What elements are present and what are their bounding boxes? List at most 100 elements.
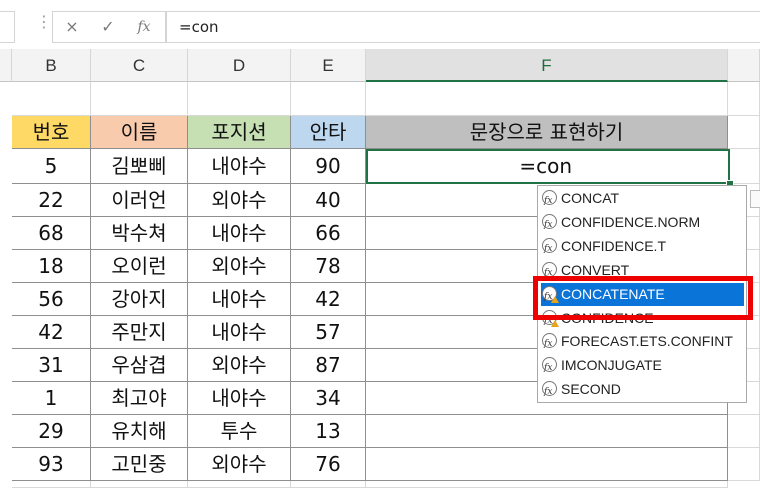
cell[interactable]: [12, 481, 91, 488]
table-cell[interactable]: 유치해: [91, 415, 188, 448]
table-cell[interactable]: 내야수: [188, 149, 291, 184]
autocomplete-item-imconjugate[interactable]: fx IMCONJUGATE: [541, 354, 744, 377]
column-header-D[interactable]: D: [188, 49, 291, 82]
table-cell[interactable]: 66: [291, 217, 366, 250]
cell[interactable]: [91, 481, 188, 488]
table-cell[interactable]: 내야수: [188, 217, 291, 250]
table-cell[interactable]: 외야수: [188, 349, 291, 382]
table-cell[interactable]: 40: [291, 184, 366, 217]
cell[interactable]: [366, 481, 728, 488]
more-options-icon[interactable]: ⋮: [36, 14, 52, 30]
insert-function-icon[interactable]: fx: [127, 12, 161, 42]
autocomplete-item-second[interactable]: fx SECOND: [541, 378, 744, 401]
function-icon: fx: [542, 261, 557, 278]
table-cell[interactable]: 최고야: [91, 382, 188, 415]
table-cell[interactable]: 투수: [188, 415, 291, 448]
row-header-corner[interactable]: [0, 49, 12, 82]
table-cell[interactable]: 고민중: [91, 448, 188, 481]
cell[interactable]: [728, 82, 760, 116]
cell[interactable]: [12, 82, 91, 116]
autocomplete-item-confidence-norm[interactable]: fx CONFIDENCE.NORM: [541, 211, 744, 234]
column-header-E[interactable]: E: [291, 49, 366, 82]
cell[interactable]: [366, 82, 728, 116]
cell[interactable]: [188, 82, 291, 116]
table-cell[interactable]: 22: [12, 184, 91, 217]
cell[interactable]: [188, 481, 291, 488]
highlight-box: [533, 276, 753, 320]
active-cell-text: =con: [519, 154, 572, 178]
table-cell[interactable]: 외야수: [188, 184, 291, 217]
table-cell[interactable]: 42: [291, 283, 366, 316]
table-cell[interactable]: 76: [291, 448, 366, 481]
table-header-2[interactable]: 포지션: [188, 116, 291, 149]
cell[interactable]: [91, 82, 188, 116]
table-cell[interactable]: 내야수: [188, 283, 291, 316]
table-cell[interactable]: 18: [12, 250, 91, 283]
autocomplete-item-concat[interactable]: fx CONCAT: [541, 187, 744, 210]
table-cell[interactable]: 5: [12, 149, 91, 184]
table-cell[interactable]: 우삼겹: [91, 349, 188, 382]
formula-buttons: × ✓ fx: [52, 11, 166, 43]
table-cell-F[interactable]: [366, 415, 728, 448]
table-cell[interactable]: 내야수: [188, 382, 291, 415]
cell[interactable]: [728, 448, 760, 481]
table-cell[interactable]: 56: [12, 283, 91, 316]
column-header-G[interactable]: [728, 49, 760, 82]
table-cell[interactable]: 68: [12, 217, 91, 250]
table-cell[interactable]: 외야수: [188, 448, 291, 481]
autocomplete-item-confidence-t[interactable]: fx CONFIDENCE.T: [541, 235, 744, 258]
cell[interactable]: [728, 149, 760, 184]
cell[interactable]: [728, 116, 760, 149]
cell[interactable]: [728, 415, 760, 448]
function-icon: fx: [542, 237, 557, 254]
table-cell[interactable]: 34: [291, 382, 366, 415]
table-header-1[interactable]: 이름: [91, 116, 188, 149]
cell[interactable]: [291, 82, 366, 116]
autocomplete-item-forecast-ets-confint[interactable]: fx FORECAST.ETS.CONFINT: [541, 330, 744, 353]
table-cell[interactable]: 오이런: [91, 250, 188, 283]
table-cell[interactable]: 13: [291, 415, 366, 448]
column-header-F[interactable]: F: [366, 49, 728, 82]
table-cell[interactable]: 외야수: [188, 250, 291, 283]
table-cell[interactable]: 이러언: [91, 184, 188, 217]
column-header-C[interactable]: C: [91, 49, 188, 82]
table-cell[interactable]: 주만지: [91, 316, 188, 349]
autocomplete-item-label: SECOND: [561, 381, 621, 398]
table-cell[interactable]: 29: [12, 415, 91, 448]
table-cell[interactable]: 78: [291, 250, 366, 283]
function-icon: fx: [542, 213, 557, 230]
table-cell[interactable]: 박수쳐: [91, 217, 188, 250]
autocomplete-item-label: FORECAST.ETS.CONFINT: [561, 333, 733, 350]
column-header-B[interactable]: B: [12, 49, 91, 82]
formula-text: =con: [179, 18, 219, 36]
table-header-3[interactable]: 안타: [291, 116, 366, 149]
table-header-4[interactable]: 문장으로 표현하기: [366, 116, 728, 149]
table-cell-F[interactable]: [366, 448, 728, 481]
autocomplete-item-label: CONFIDENCE.T: [561, 237, 666, 254]
table-cell[interactable]: 93: [12, 448, 91, 481]
enter-icon[interactable]: ✓: [91, 12, 125, 42]
name-box[interactable]: [0, 11, 26, 43]
table-header-0[interactable]: 번호: [12, 116, 91, 149]
table-cell[interactable]: 1: [12, 382, 91, 415]
tooltip-stub: [750, 190, 760, 208]
function-icon: fx: [542, 357, 557, 373]
table-cell[interactable]: 내야수: [188, 316, 291, 349]
autocomplete-item-label: CONCAT: [561, 190, 620, 206]
table-cell[interactable]: 김뽀삐: [91, 149, 188, 184]
function-icon: fx: [542, 333, 557, 349]
table-cell[interactable]: 42: [12, 316, 91, 349]
active-cell-F3[interactable]: =con: [366, 149, 730, 184]
autocomplete-item-label: IMCONJUGATE: [561, 357, 662, 374]
table-cell[interactable]: 31: [12, 349, 91, 382]
cell[interactable]: [291, 481, 366, 488]
table-cell[interactable]: 90: [291, 149, 366, 184]
table-cell[interactable]: 87: [291, 349, 366, 382]
table-cell[interactable]: 57: [291, 316, 366, 349]
formula-bar: ⋮ × ✓ fx =con: [0, 0, 760, 48]
formula-input[interactable]: =con: [166, 11, 760, 43]
cancel-icon[interactable]: ×: [55, 12, 89, 42]
autocomplete-item-label: CONFIDENCE.NORM: [561, 213, 701, 230]
table-cell[interactable]: 강아지: [91, 283, 188, 316]
function-icon: fx: [542, 190, 557, 206]
